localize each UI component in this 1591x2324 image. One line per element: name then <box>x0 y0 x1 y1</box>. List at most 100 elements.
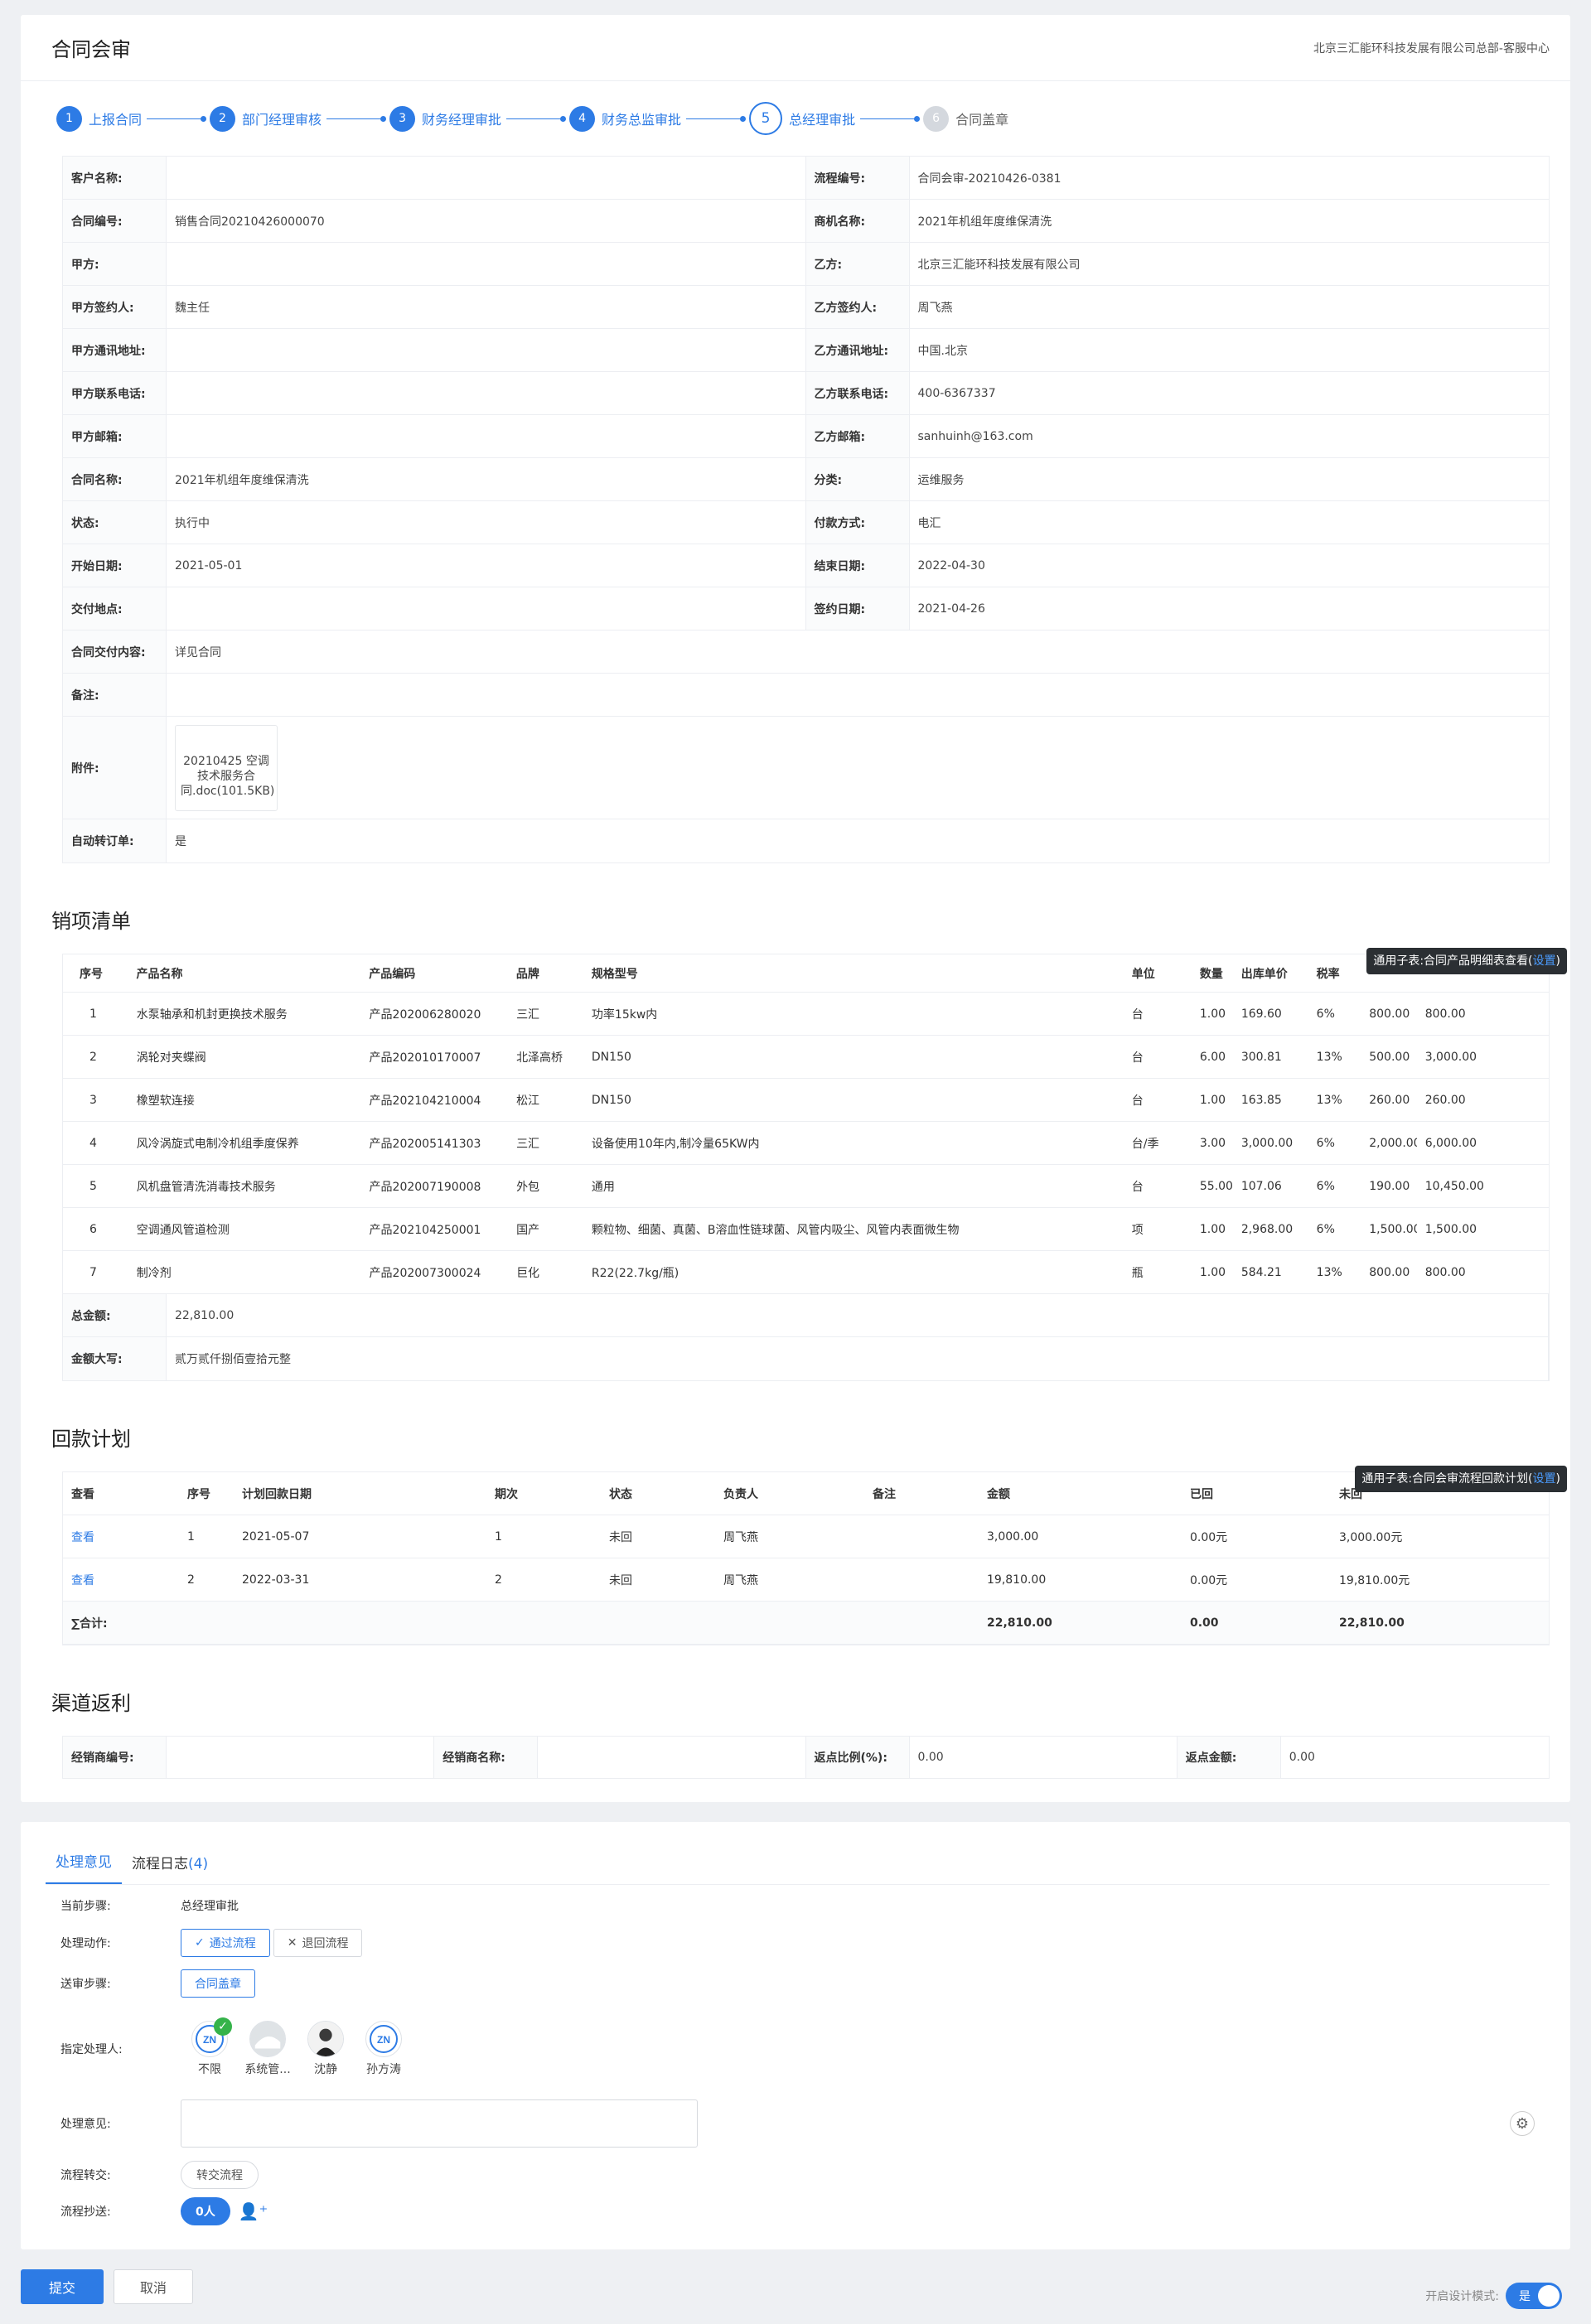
attachment-file[interactable]: 20210425 空调技术服务合同.doc(101.5KB) <box>175 724 278 811</box>
step-number: 1 <box>56 105 82 132</box>
step-number: 4 <box>569 105 596 132</box>
step-6[interactable]: 6 合同盖章 <box>923 105 1008 132</box>
form-cell: 附件: 20210425 空调技术服务合同.doc(101.5KB) <box>63 717 1549 819</box>
page-title: 合同会审 <box>51 38 131 61</box>
opinion-row: 处理意见: ⚙ <box>21 2090 1570 2157</box>
table-cell: 107.06 <box>1240 1179 1282 1193</box>
column-header: 出库单价 <box>1240 967 1288 981</box>
step-label: 财务总监审批 <box>602 112 682 128</box>
sum-row: ∑合计: 22,810.00 0.00 22,810.00 <box>63 1602 1549 1645</box>
subtable-tooltip: 通用子表:合同会审流程回款计划(设置) <box>1355 1466 1567 1492</box>
section-title-rebate: 渠道返利 <box>51 1692 131 1715</box>
admin-avatar-icon <box>249 2021 286 2057</box>
tooltip-text: 通用子表:合同会审流程回款计划( <box>1361 1472 1533 1486</box>
return-flow-button[interactable]: ✕ 退回流程 <box>273 1929 363 1957</box>
form-label: 付款方式: <box>805 501 910 544</box>
table-cell: 1.00 <box>1199 1093 1226 1107</box>
table-cell: 产品202005141303 <box>369 1137 481 1151</box>
table-cell: 1 <box>89 1007 97 1021</box>
step-2[interactable]: 2 部门经理审核 <box>210 105 322 132</box>
cc-count-button[interactable]: 0人 <box>181 2197 230 2225</box>
table-cell: 周飞燕 <box>723 1530 758 1544</box>
send-step-row: 送审步骤: 合同盖章 <box>21 1959 1570 2008</box>
transfer-row: 流程转交: 转交流程 <box>21 2157 1570 2193</box>
table-cell: 外包 <box>516 1180 540 1194</box>
settings-link[interactable]: 设置 <box>1533 1472 1556 1486</box>
submit-button[interactable]: 提交 <box>21 2269 104 2304</box>
form-label: 自动转订单: <box>63 819 167 862</box>
contract-review-card: 合同会审 北京三汇能环科技发展有限公司总部-客服中心 1 上报合同 2 部门经理… <box>21 15 1570 1802</box>
table-cell: 260.00 <box>1369 1093 1410 1107</box>
gear-icon[interactable]: ⚙ <box>1510 2111 1535 2136</box>
table-cell: 800.00 <box>1424 1265 1466 1279</box>
form-value: 2021-05-01 <box>167 544 806 587</box>
transfer-flow-button[interactable]: 转交流程 <box>181 2161 259 2189</box>
view-link[interactable]: 查看 <box>63 1529 179 1545</box>
handler-admin[interactable]: 系统管... <box>239 2021 297 2077</box>
handler-label: 指定处理人: <box>60 2043 123 2056</box>
step-4[interactable]: 4 财务总监审批 <box>569 105 682 132</box>
opinion-label: 处理意见: <box>60 2118 111 2131</box>
step-label: 上报合同 <box>89 112 143 128</box>
sum-cell: 22,810.00 <box>987 1616 1052 1630</box>
form-cell: 甲方邮箱: <box>63 415 806 457</box>
design-mode-toggle[interactable]: 是 <box>1506 2283 1562 2309</box>
table-cell: 通用 <box>591 1180 615 1194</box>
sum-cell: ∑合计: <box>71 1616 108 1631</box>
tab-log[interactable]: 流程日志(4) <box>122 1852 218 1884</box>
current-step-label: 当前步骤: <box>60 1900 111 1913</box>
table-cell: 2022-03-31 <box>242 1573 310 1587</box>
workflow-steps: 1 上报合同 2 部门经理审核 3 财务经理审批 4 财务总监审批 5 总经理审… <box>21 81 1570 156</box>
table-row: 5 风机盘管清洗消毒技术服务 产品202007190008 外包 通用 台 55.00 107… <box>63 1165 1549 1208</box>
form-label: 开始日期: <box>63 544 167 587</box>
table-cell: 500.00 <box>1369 1050 1410 1064</box>
view-link[interactable]: 查看 <box>63 1572 179 1588</box>
column-header: 备注 <box>873 1487 896 1501</box>
rebate-label: 经销商名称: <box>434 1737 539 1778</box>
table-cell: DN150 <box>591 1050 631 1064</box>
step-1[interactable]: 1 上报合同 <box>56 105 143 132</box>
table-cell: 3,000.00元 <box>1339 1530 1403 1544</box>
footer-bar: 提交 取消 开启设计模式: 是 <box>0 2249 1591 2324</box>
form-value: 2021-04-26 <box>917 602 985 616</box>
table-header-row: 序号 产品名称 产品编码 品牌 规格型号 单位 数量 出库单价 税率 <box>63 954 1549 993</box>
cancel-button[interactable]: 取消 <box>114 2269 193 2304</box>
table-cell: 产品202006280020 <box>369 1007 481 1022</box>
action-label: 处理动作: <box>60 1937 111 1950</box>
design-mode: 开启设计模式: 是 <box>1425 2283 1562 2309</box>
table-cell: 三汇 <box>516 1137 540 1151</box>
step-3[interactable]: 3 财务经理审批 <box>389 105 501 132</box>
table-cell: 产品202104210004 <box>369 1094 481 1108</box>
column-header: 品牌 <box>515 967 539 981</box>
rebate-value <box>167 1737 435 1778</box>
form-label: 分类: <box>805 458 910 500</box>
opinion-textarea[interactable] <box>181 2099 698 2148</box>
table-cell: 涡轮对夹蝶阀 <box>136 1051 206 1065</box>
settings-link[interactable]: 设置 <box>1533 954 1556 968</box>
handler-unlimited[interactable]: ZN ✓ 不限 <box>181 2017 239 2077</box>
form-label: 商机名称: <box>805 200 910 242</box>
step-number: 5 <box>749 102 783 135</box>
step-5-current[interactable]: 5 总经理审批 <box>749 102 855 135</box>
form-cell: 合同交付内容: 详见合同 <box>63 631 1549 673</box>
table-cell: 巨化 <box>516 1266 540 1280</box>
form-label: 合同交付内容: <box>63 631 167 673</box>
svg-text:ZN: ZN <box>203 2034 216 2046</box>
table-cell: 2 <box>89 1050 97 1064</box>
cc-label: 流程抄送: <box>60 2206 111 2219</box>
handler-shenjing[interactable]: 沈静 <box>297 2021 355 2077</box>
handler-sunfangtao[interactable]: ZN 孙方涛 <box>355 2021 413 2077</box>
column-header: 负责人 <box>723 1487 758 1501</box>
table-row: 查看 1 2021-05-07 1 未回 周飞燕 3,000.00 0.00元 3,000.00… <box>63 1515 1549 1558</box>
tab-opinion[interactable]: 处理意见 <box>46 1850 122 1884</box>
table-cell: 6% <box>1316 1136 1335 1150</box>
form-label: 甲方: <box>63 243 167 285</box>
form-label: 乙方联系电话: <box>805 372 910 414</box>
pass-flow-button[interactable]: ✓ 通过流程 <box>181 1929 270 1957</box>
form-label: 乙方签约人: <box>805 286 910 328</box>
send-step-option[interactable]: 合同盖章 <box>181 1969 255 1998</box>
form-row: 客户名称: 流程编号: 合同会审-20210426-0381 <box>63 157 1549 200</box>
form-row: 甲方通讯地址: 乙方通讯地址: 中国.北京 <box>63 329 1549 372</box>
add-user-icon[interactable]: 👤⁺ <box>239 2201 268 2221</box>
form-value <box>167 372 806 414</box>
